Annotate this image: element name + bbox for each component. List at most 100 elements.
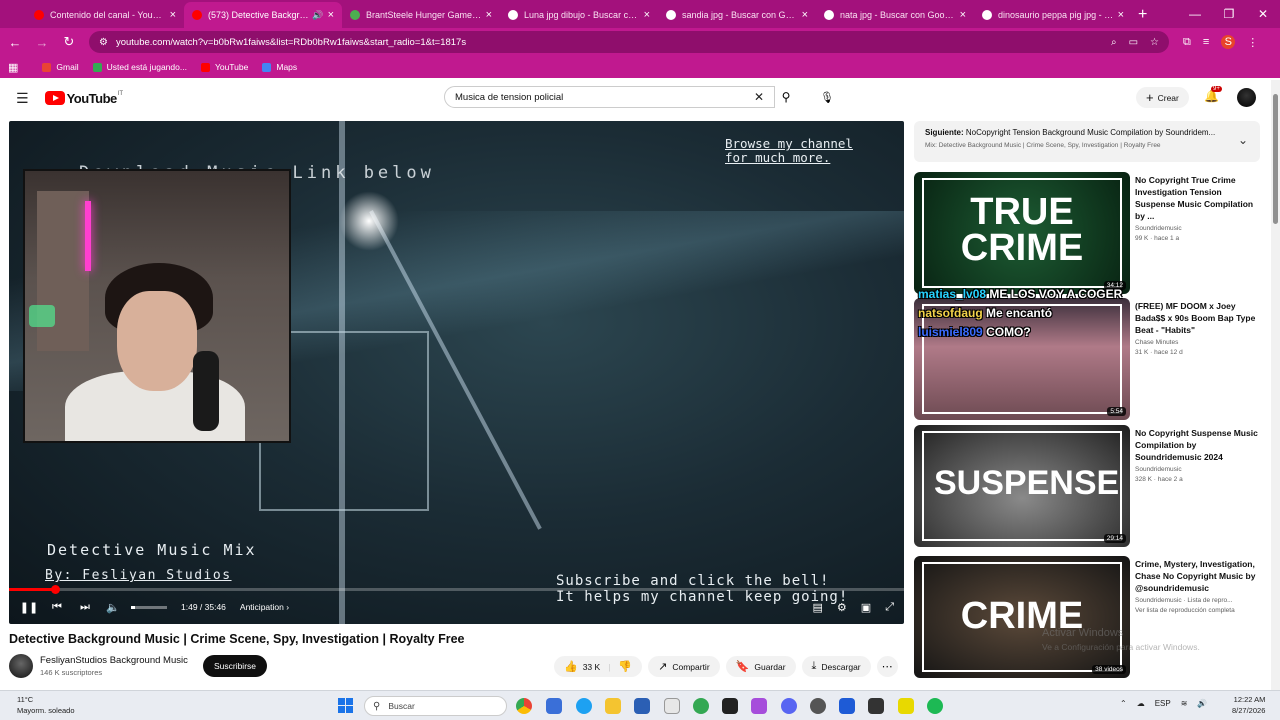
audio-playing-icon[interactable]: 🔊 (312, 10, 323, 21)
close-window-icon[interactable]: ✕ (1246, 7, 1280, 21)
spotify-icon[interactable] (927, 698, 943, 714)
app-icon[interactable] (810, 698, 826, 714)
notes-icon[interactable] (898, 698, 914, 714)
video-thumbnail[interactable]: CRIME 38 videos (914, 556, 1130, 678)
pause-icon[interactable]: ❚❚ (15, 601, 43, 614)
app-icon[interactable] (868, 698, 884, 714)
account-avatar[interactable] (1237, 88, 1256, 107)
video-player[interactable]: Download Music Link below Browse my chan… (9, 121, 904, 624)
windows-start-icon[interactable] (338, 698, 353, 713)
browser-tab[interactable]: BrantSteele Hunger Games Sim × (342, 2, 500, 28)
more-actions-icon[interactable]: ⋯ (876, 656, 898, 677)
speaker-icon[interactable]: 🔊 (1197, 699, 1207, 708)
language-indicator[interactable]: ESP (1155, 699, 1171, 708)
video-thumbnail[interactable]: TRUE CRIME 34:12 (914, 172, 1130, 294)
chrome-icon[interactable] (516, 698, 532, 714)
url-bar[interactable]: ⚙ youtube.com/watch?v=b0bRw1faiws&list=R… (89, 31, 1169, 53)
download-button[interactable]: ⤓ Descargar (801, 656, 871, 677)
recommended-channel[interactable]: Soundridemusic · Lista de repro... (1135, 597, 1263, 604)
previous-icon[interactable]: ⏮ (43, 601, 71, 614)
settings-icon[interactable]: ⚙ (837, 601, 847, 614)
next-icon[interactable]: ⏭ (71, 601, 99, 614)
channel-avatar[interactable] (9, 654, 33, 678)
close-tab-icon[interactable]: × (802, 9, 808, 21)
close-tab-icon[interactable]: × (170, 9, 176, 21)
video-progress-bar[interactable] (9, 585, 904, 594)
up-next-box[interactable]: Siguiente: NoCopyright Tension Backgroun… (914, 121, 1260, 162)
bookmark-item[interactable]: YouTube (200, 62, 248, 72)
outlook-icon[interactable] (634, 698, 650, 714)
cast-icon[interactable]: ▭ (1129, 37, 1138, 48)
recommended-channel[interactable]: Chase Minutes (1135, 339, 1263, 346)
search-input[interactable]: Musica de tension policial ✕ (444, 86, 775, 108)
recommended-title[interactable]: (FREE) MF DOOM x Joey Bada$$ x 90s Boom … (1135, 300, 1263, 336)
save-button[interactable]: 🔖 Guardar (725, 656, 796, 677)
app-icon[interactable] (751, 698, 767, 714)
volume-icon[interactable]: 🔈 (99, 601, 127, 614)
recommended-video[interactable]: CRIME 38 videos Crime, Mystery, Investigat… (914, 556, 1264, 678)
app-icon[interactable] (664, 698, 680, 714)
bookmark-item[interactable]: Gmail (42, 62, 79, 72)
back-icon[interactable]: ← (3, 35, 27, 50)
epic-games-icon[interactable] (722, 698, 738, 714)
restore-icon[interactable]: ❐ (1212, 7, 1246, 21)
page-scrollbar[interactable] (1271, 80, 1280, 690)
recommended-channel[interactable]: Soundridemusic (1135, 466, 1263, 473)
wifi-icon[interactable]: ≋ (1181, 699, 1188, 708)
apps-grid-icon[interactable]: ▦ (8, 61, 18, 74)
reload-icon[interactable]: ↻ (57, 34, 81, 50)
recommended-video[interactable]: SUSPENSE 29:14 No Copyright Suspense Music… (914, 425, 1264, 547)
profile-avatar[interactable]: S (1221, 35, 1236, 49)
progress-scrubber[interactable] (50, 585, 60, 594)
close-tab-icon[interactable]: × (1118, 9, 1124, 21)
subtitles-icon[interactable]: ▤ (813, 601, 823, 614)
volume-slider[interactable] (131, 605, 167, 609)
task-view-icon[interactable] (546, 698, 562, 714)
forward-icon[interactable]: → (30, 35, 54, 50)
store-icon[interactable] (839, 698, 855, 714)
recommended-title[interactable]: No Copyright True Crime Investigation Te… (1135, 174, 1263, 222)
channel-name[interactable]: FesliyanStudios Background Music (40, 655, 188, 666)
browser-tab[interactable]: (573) Detective Background 🔊 × (184, 2, 342, 28)
discord-icon[interactable] (781, 698, 797, 714)
edge-icon[interactable] (576, 698, 592, 714)
weather-widget[interactable]: 11°C Mayorm. soleado (17, 694, 75, 716)
hamburger-menu-icon[interactable]: ☰ (16, 90, 29, 107)
subscribe-button[interactable]: Suscribirse (203, 655, 267, 677)
notifications-button[interactable]: 🔔 9+ (1204, 86, 1222, 103)
recommended-title[interactable]: No Copyright Suspense Music Compilation … (1135, 427, 1263, 463)
share-button[interactable]: ↗ Compartir (648, 656, 720, 677)
browser-menu-icon[interactable]: ⋮ (1247, 36, 1258, 49)
thumbs-down-icon[interactable]: 👎 (618, 660, 632, 673)
site-info-icon[interactable]: ⚙ (99, 37, 108, 48)
new-tab-button[interactable]: + (1138, 6, 1147, 24)
search-button[interactable]: ⚲ (774, 86, 798, 108)
media-icon[interactable]: ≡ (1203, 36, 1209, 48)
chevron-up-icon[interactable]: ⌃ (1120, 699, 1127, 708)
miniplayer-icon[interactable]: ▣ (861, 601, 871, 614)
voice-search-button[interactable]: 🎙 (816, 86, 838, 108)
like-button[interactable]: 👍 33 K | 👎 (554, 656, 643, 677)
chrome-profile-icon[interactable] (693, 698, 709, 714)
file-explorer-icon[interactable] (605, 698, 621, 714)
network-icon[interactable]: ☁ (1137, 699, 1145, 708)
bookmark-star-icon[interactable]: ☆ (1150, 37, 1159, 48)
bookmark-item[interactable]: Usted está jugando... (92, 62, 187, 72)
browser-tab[interactable]: Contenido del canal - YouTube × (26, 2, 184, 28)
chapter-label[interactable]: Anticipation › (240, 602, 289, 612)
browser-tab[interactable]: Luna jpg dibujo - Buscar con G × (500, 2, 658, 28)
close-tab-icon[interactable]: × (328, 9, 334, 21)
close-tab-icon[interactable]: × (486, 9, 492, 21)
recommended-channel[interactable]: Soundridemusic (1135, 225, 1263, 232)
youtube-logo[interactable]: YouTube IT (44, 91, 123, 106)
clear-search-icon[interactable]: ✕ (754, 90, 764, 104)
chevron-down-icon[interactable]: ⌄ (1238, 133, 1248, 147)
browser-tab[interactable]: nata jpg - Buscar con Google × (816, 2, 974, 28)
taskbar-clock[interactable]: 12:22 AM 8/27/2026 (1232, 694, 1265, 716)
extensions-icon[interactable]: ⧉ (1183, 36, 1191, 49)
browser-tab[interactable]: sandia jpg - Buscar con Google × (658, 2, 816, 28)
close-tab-icon[interactable]: × (644, 9, 650, 21)
create-button[interactable]: + Crear (1136, 87, 1189, 108)
browser-tab[interactable]: dinosaurio peppa pig jpg - Bus × (974, 2, 1132, 28)
taskbar-search[interactable]: ⚲ Buscar (364, 696, 507, 716)
